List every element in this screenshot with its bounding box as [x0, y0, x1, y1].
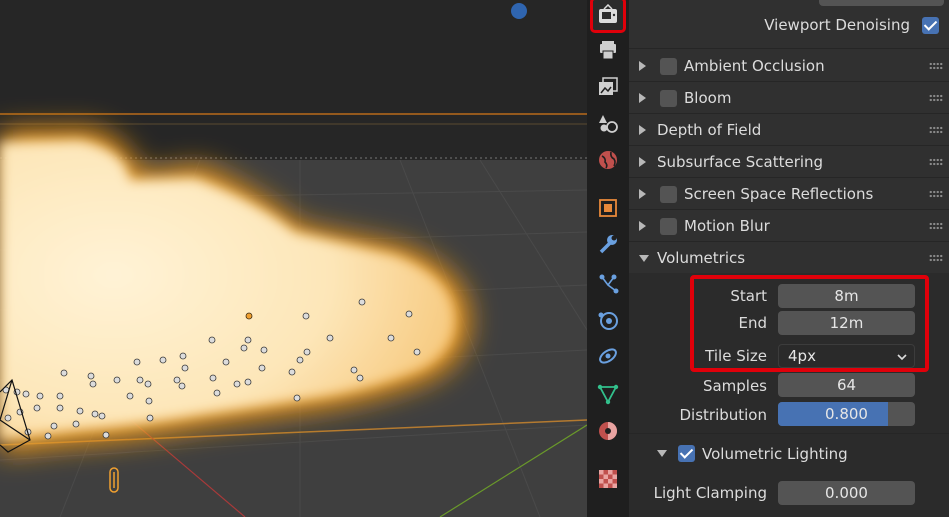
drag-handle-icon[interactable]	[929, 126, 943, 134]
viewport-scene	[0, 0, 587, 517]
expand-chevron-icon	[639, 157, 646, 167]
distribution-label: Distribution	[679, 406, 767, 424]
section-ambient-occlusion[interactable]: Ambient Occlusion	[629, 50, 949, 82]
view-layer-tab[interactable]	[593, 72, 623, 102]
collapse-chevron-icon[interactable]	[657, 450, 667, 457]
tile-size-label: Tile Size	[705, 347, 767, 365]
section-label: Bloom	[684, 89, 732, 107]
viewport-denoising-label: Viewport Denoising	[764, 16, 910, 34]
section-label: Depth of Field	[657, 121, 762, 139]
section-motion-blur[interactable]: Motion Blur	[629, 210, 949, 242]
start-field[interactable]: 8m	[778, 284, 915, 308]
object-tab[interactable]	[593, 193, 623, 223]
physics-icon	[598, 312, 618, 330]
constraints-icon	[599, 348, 617, 364]
constraints-tab[interactable]	[593, 341, 623, 371]
origin-point	[245, 312, 253, 320]
section-subsurface-scattering[interactable]: Subsurface Scattering	[629, 146, 949, 178]
section-label: Ambient Occlusion	[684, 57, 825, 75]
light-clamping-field[interactable]: 0.000	[778, 481, 915, 505]
volumetric-lighting-label: Volumetric Lighting	[702, 445, 848, 463]
object-data-tab[interactable]	[593, 379, 623, 409]
physics-tab[interactable]	[593, 305, 623, 335]
properties-panel: Viewport Denoising Ambient Occlusion Blo…	[629, 0, 949, 517]
section-bloom[interactable]: Bloom	[629, 82, 949, 114]
texture-icon	[599, 470, 617, 488]
modifier-icon	[599, 235, 617, 254]
samples-field[interactable]: 64	[778, 373, 915, 397]
scene-icon	[599, 115, 618, 133]
drag-handle-icon[interactable]	[929, 190, 943, 198]
screen-space-reflections-checkbox[interactable]	[660, 185, 677, 203]
collapse-chevron-icon	[639, 254, 649, 262]
end-field[interactable]: 12m	[778, 311, 915, 335]
clipped-field[interactable]	[819, 0, 944, 6]
section-label: Screen Space Reflections	[684, 185, 874, 203]
material-icon	[599, 422, 617, 440]
particles-tab[interactable]	[593, 268, 623, 298]
render-properties-tab[interactable]	[590, 0, 626, 33]
3d-viewport[interactable]	[0, 0, 587, 517]
drag-handle-icon[interactable]	[929, 254, 943, 262]
volumetrics-body: Start 8m End 12m Tile Size 4px Samples 6…	[629, 273, 949, 517]
section-screen-space-reflections[interactable]: Screen Space Reflections	[629, 178, 949, 210]
world-icon	[599, 151, 617, 169]
object-icon	[599, 199, 617, 217]
material-tab[interactable]	[593, 416, 623, 446]
expand-chevron-icon	[639, 189, 646, 199]
tile-size-value: 4px	[788, 347, 816, 365]
navigation-gizmo-ball[interactable]	[511, 3, 527, 19]
viewport-denoising-row[interactable]: Viewport Denoising	[629, 9, 949, 41]
render-properties-icon	[599, 4, 617, 23]
section-label: Volumetrics	[657, 249, 746, 267]
start-label: Start	[730, 287, 767, 305]
expand-chevron-icon	[639, 221, 646, 231]
chevron-down-icon	[896, 349, 908, 367]
drag-handle-icon[interactable]	[929, 158, 943, 166]
end-label: End	[738, 314, 767, 332]
expand-chevron-icon	[639, 125, 646, 135]
drag-handle-icon[interactable]	[929, 222, 943, 230]
view-layer-icon	[599, 77, 618, 95]
section-volumetrics[interactable]: Volumetrics	[629, 242, 949, 274]
section-depth-of-field[interactable]: Depth of Field	[629, 114, 949, 146]
object-data-icon	[597, 384, 619, 405]
world-tab[interactable]	[593, 145, 623, 175]
expand-chevron-icon	[639, 61, 646, 71]
tile-size-dropdown[interactable]: 4px	[778, 344, 915, 368]
ambient-occlusion-checkbox[interactable]	[660, 57, 677, 75]
expand-chevron-icon	[639, 93, 646, 103]
scene-tab[interactable]	[593, 108, 623, 138]
viewport-denoising-checkbox[interactable]	[922, 16, 939, 34]
drag-handle-icon[interactable]	[929, 94, 943, 102]
modifier-tab[interactable]	[593, 229, 623, 259]
samples-label: Samples	[702, 377, 767, 395]
volumetric-lighting-checkbox[interactable]	[678, 445, 695, 462]
section-label: Motion Blur	[684, 217, 770, 235]
bloom-checkbox[interactable]	[660, 89, 677, 107]
properties-tab-strip	[587, 0, 629, 517]
distribution-value: 0.800	[825, 405, 868, 423]
output-properties-icon	[600, 41, 616, 60]
distribution-slider[interactable]: 0.800	[778, 402, 915, 426]
particles-icon	[599, 274, 619, 294]
light-clamping-label: Light Clamping	[653, 484, 767, 502]
motion-blur-checkbox[interactable]	[660, 217, 677, 235]
section-label: Subsurface Scattering	[657, 153, 824, 171]
output-properties-tab[interactable]	[593, 35, 623, 65]
texture-tab[interactable]	[593, 464, 623, 494]
drag-handle-icon[interactable]	[929, 62, 943, 70]
